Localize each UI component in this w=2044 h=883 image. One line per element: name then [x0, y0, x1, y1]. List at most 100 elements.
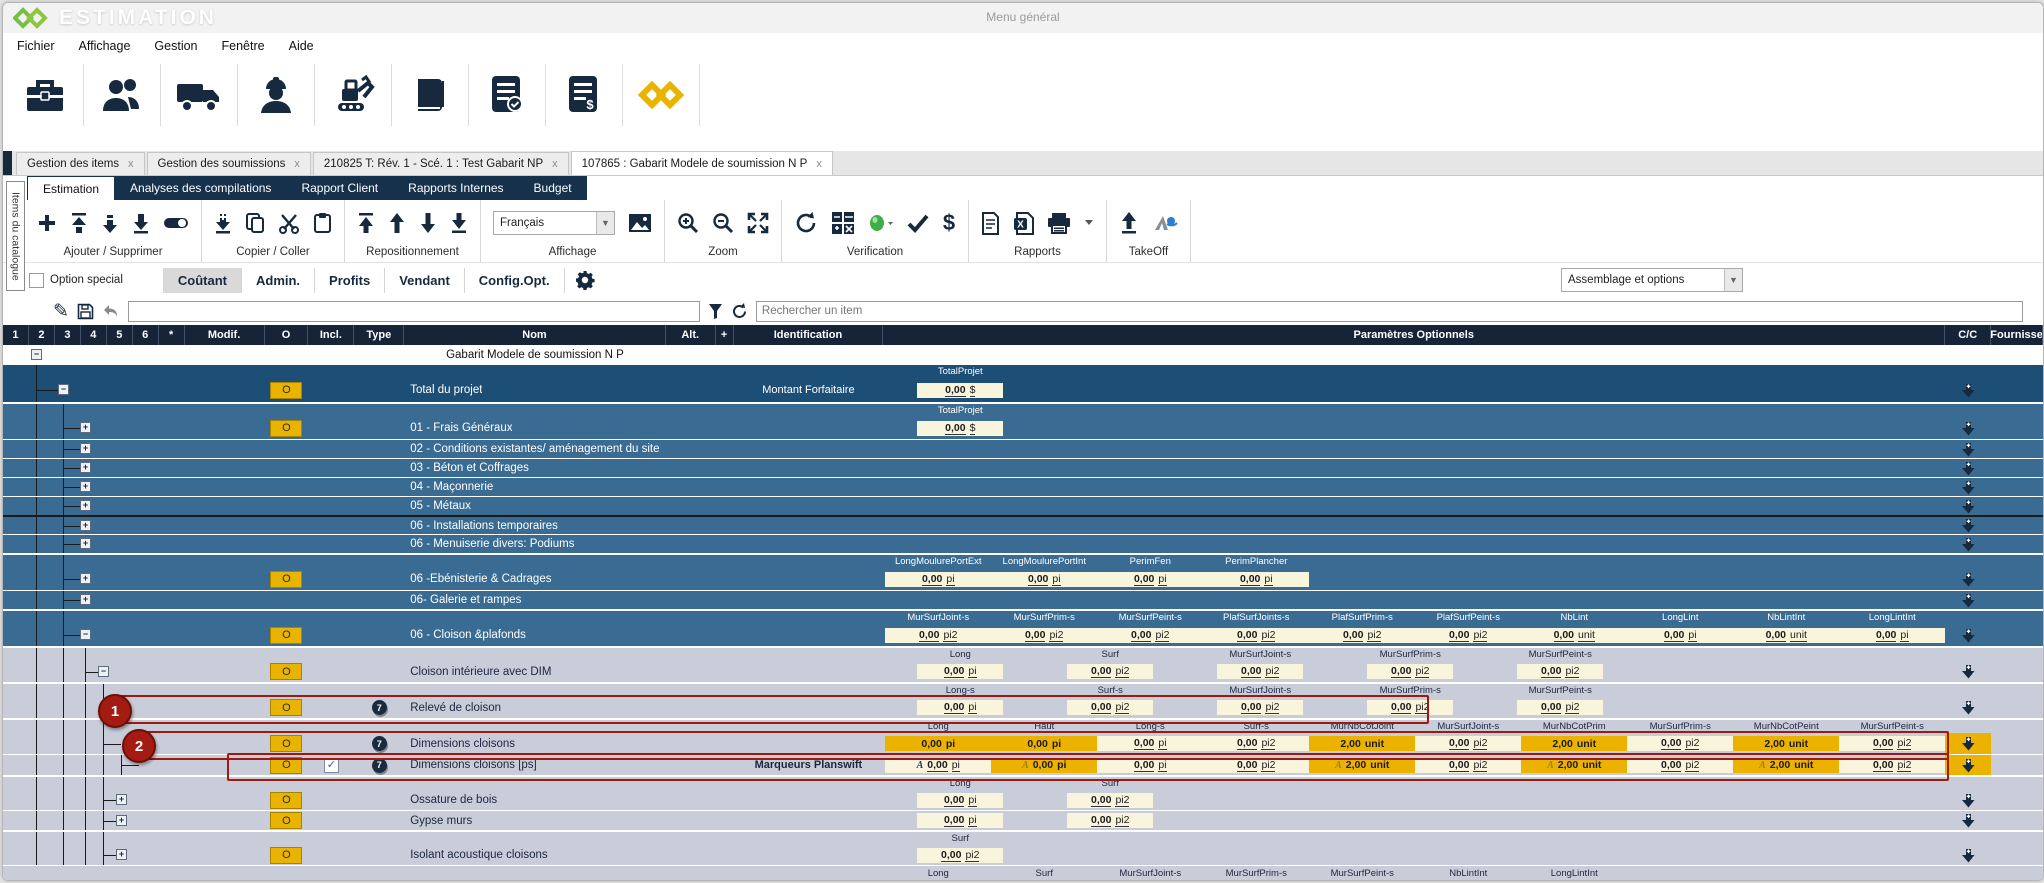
expand-expander[interactable]: + — [80, 538, 91, 549]
collapse-expander[interactable]: − — [31, 349, 42, 360]
toolbar-button-brand-gold[interactable] — [623, 64, 700, 126]
param-value-cell[interactable]: 0,00pi2 — [885, 628, 991, 643]
param-value-cell[interactable]: 0,00pi2 — [1067, 664, 1153, 679]
column-header-[interactable]: + — [716, 325, 734, 345]
toolbar-button-doc-check[interactable] — [469, 64, 546, 126]
param-value-cell[interactable]: 0,00pi2 — [1067, 700, 1153, 715]
printer-icon[interactable] — [1047, 212, 1071, 234]
copy-down-icon[interactable] — [1945, 568, 1991, 590]
caret-icon[interactable] — [1084, 219, 1094, 227]
param-value-cell[interactable]: 0,00pi2 — [1839, 736, 1945, 751]
option-badge[interactable]: O — [270, 847, 302, 864]
module-tab-budget[interactable]: Budget — [519, 176, 587, 200]
copy-down-icon[interactable] — [1945, 459, 1991, 477]
param-value-cell[interactable]: 0,00pi — [917, 664, 1003, 679]
table-row[interactable]: +03 - Béton et Coffrages — [3, 458, 2043, 477]
arrow-to-top-icon[interactable] — [357, 212, 375, 234]
param-value-cell[interactable]: 0,00pi — [1839, 628, 1945, 643]
option-badge[interactable]: O — [270, 735, 302, 752]
planswift-icon[interactable] — [1152, 214, 1178, 232]
table-row[interactable]: −O06 - Cloison &plafonds0,00pi20,00pi20,… — [3, 624, 2043, 646]
tab-vendant[interactable]: Vendant — [385, 268, 465, 293]
param-value-cell[interactable]: 0,00$ — [917, 383, 1003, 398]
copy-down-icon[interactable] — [1945, 517, 1991, 534]
scissors-icon[interactable] — [278, 212, 300, 234]
calc-grid-icon[interactable] — [831, 211, 855, 235]
param-value-cell[interactable]: 0,00pi2 — [991, 628, 1097, 643]
table-row[interactable]: +06 - Menuiserie divers: Podiums — [3, 534, 2043, 553]
arrow-down-icon[interactable] — [419, 212, 437, 234]
copy-down-icon[interactable] — [1945, 811, 1991, 830]
arrow-up-bar-icon[interactable] — [70, 212, 88, 234]
tab-co-tant[interactable]: Coûtant — [164, 268, 242, 293]
expand-expander[interactable]: + — [80, 500, 91, 511]
param-value-cell[interactable]: 0,00pi — [1203, 572, 1309, 587]
copy-down-icon[interactable] — [1945, 697, 1991, 718]
copy-down-icon[interactable] — [1945, 661, 1991, 682]
table-row[interactable]: O7Relevé de cloison0,00pi0,00pi20,00pi20… — [3, 697, 2043, 718]
param-value-cell[interactable]: 0,00pi2 — [1203, 628, 1309, 643]
menu-item-fenêtre[interactable]: Fenêtre — [222, 39, 265, 53]
param-value-cell[interactable]: 0,00pi2 — [1203, 736, 1309, 751]
report-doc-icon[interactable] — [981, 212, 1000, 235]
edit-pencil-icon[interactable]: ✎ — [53, 300, 69, 323]
param-value-cell[interactable]: 0,00unit — [1521, 628, 1627, 643]
param-value-cell[interactable]: 0,00pi2 — [1203, 758, 1309, 773]
toolbar-button-clients[interactable] — [84, 64, 161, 126]
table-row[interactable]: +OGypse murs0,00pi0,00pi2 — [3, 810, 2043, 830]
menu-item-gestion[interactable]: Gestion — [154, 39, 197, 53]
language-dropdown[interactable]: Français▼ — [493, 211, 615, 235]
column-header-num[interactable]: * — [159, 325, 185, 345]
copy-down-icon[interactable] — [1945, 591, 1991, 609]
column-header-identification[interactable]: Identification — [734, 325, 884, 345]
copy-down-icon[interactable] — [1945, 535, 1991, 553]
param-value-cell[interactable]: A0,00pi — [991, 758, 1097, 773]
copy-down-icon[interactable] — [1945, 790, 1991, 810]
column-header-alt[interactable]: Alt. — [666, 325, 716, 345]
param-value-cell[interactable]: 0,00pi — [1097, 758, 1203, 773]
settings-gear-icon[interactable] — [575, 270, 595, 290]
document-tab[interactable]: 107865 : Gabarit Modele de soumission N … — [571, 151, 833, 175]
arrow-down-minus-icon[interactable] — [101, 212, 119, 234]
arrow-up-icon[interactable] — [388, 212, 406, 234]
param-value-cell[interactable]: 0,00pi2 — [1217, 700, 1303, 715]
column-header-fournisse[interactable]: Fournisse — [1991, 325, 2043, 345]
param-value-cell[interactable]: A2,00unit — [1309, 758, 1415, 773]
param-value-cell[interactable]: 0,00pi — [1627, 628, 1733, 643]
param-value-cell[interactable]: 2,00unit — [1309, 736, 1415, 751]
column-header-paramtresoptionnels[interactable]: Paramètres Optionnels — [883, 325, 1945, 345]
option-badge[interactable]: O — [270, 663, 302, 680]
arrow-down-bar2-icon[interactable] — [132, 212, 150, 234]
option-special-checkbox[interactable] — [29, 273, 44, 288]
table-row[interactable]: −Gabarit Modele de soumission N P — [3, 345, 2043, 363]
param-value-cell[interactable]: 0,00pi2 — [1367, 664, 1453, 679]
menu-item-fichier[interactable]: Fichier — [17, 39, 55, 53]
image-icon[interactable] — [628, 213, 652, 233]
check-icon[interactable] — [907, 213, 929, 233]
copy-icon[interactable] — [245, 212, 265, 234]
collapse-expander[interactable]: − — [58, 384, 69, 395]
expand-expander[interactable]: + — [80, 443, 91, 454]
refresh-icon[interactable] — [731, 303, 748, 320]
table-row[interactable]: +O06 -Ébénisterie & Cadrages0,00pi0,00pi… — [3, 568, 2043, 590]
document-tab[interactable]: 210825 T: Rév. 1 - Scé. 1 : Test Gabarit… — [313, 152, 569, 175]
copy-down-icon[interactable] — [1945, 417, 1991, 439]
column-header-type[interactable]: Type — [354, 325, 404, 345]
param-value-cell[interactable]: 2,00unit — [1733, 736, 1839, 751]
param-value-cell[interactable]: A0,00pi — [885, 758, 991, 773]
param-value-cell[interactable]: A2,00unit — [1733, 758, 1839, 773]
column-header-num[interactable]: 3 — [55, 325, 81, 345]
param-value-cell[interactable]: 0,00pi2 — [1415, 736, 1521, 751]
param-value-cell[interactable]: 0,00unit — [1733, 628, 1839, 643]
copy-down-icon[interactable] — [1945, 845, 1991, 865]
param-value-cell[interactable]: 0,00pi — [991, 572, 1097, 587]
param-value-cell[interactable]: 0,00pi — [917, 793, 1003, 808]
document-tab[interactable]: Gestion des itemsx — [16, 152, 145, 175]
close-icon[interactable]: x — [294, 158, 300, 170]
arrow-down-plus-icon[interactable] — [214, 212, 232, 234]
collapse-expander[interactable]: − — [98, 666, 109, 677]
takeoff-up-icon[interactable] — [1119, 211, 1139, 235]
toolbar-button-worker[interactable] — [238, 64, 315, 126]
option-badge[interactable]: O — [270, 627, 302, 644]
expand-expander[interactable]: + — [116, 849, 127, 860]
